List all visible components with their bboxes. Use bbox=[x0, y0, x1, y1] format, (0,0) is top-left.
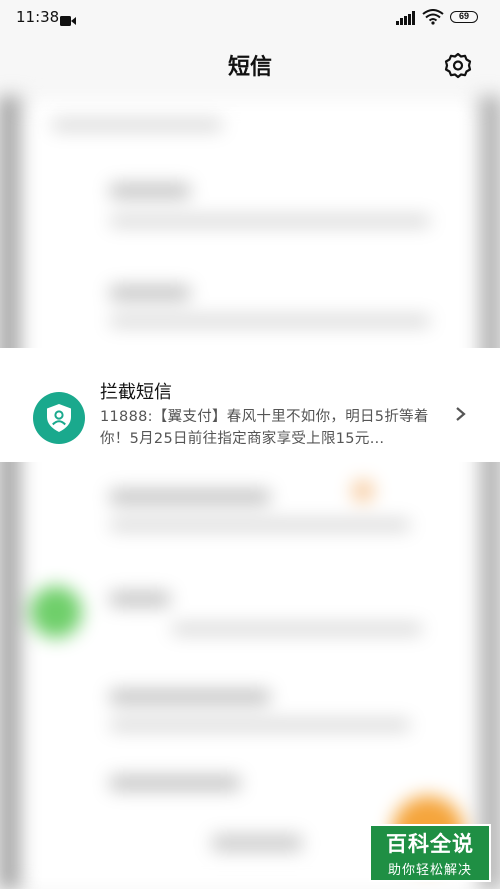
title-bar: 短信 bbox=[0, 34, 500, 96]
wifi-icon bbox=[422, 9, 444, 29]
blur-line bbox=[52, 120, 222, 130]
shield-person-icon bbox=[33, 392, 85, 444]
chevron-right-icon bbox=[455, 406, 467, 426]
blur-orange-dot bbox=[352, 480, 374, 502]
blur-right-edge bbox=[476, 96, 500, 889]
watermark-logo: 百科全说 助你轻松解决 bbox=[369, 824, 491, 882]
blur-line bbox=[110, 490, 270, 504]
status-bar: 11:38 69 bbox=[0, 0, 500, 34]
signal-icon bbox=[396, 10, 416, 29]
blur-line bbox=[110, 216, 430, 226]
watermark-title: 百科全说 bbox=[386, 832, 474, 856]
blocked-messages-title: 拦截短信 bbox=[100, 382, 172, 403]
status-time: 11:38 bbox=[16, 8, 60, 26]
blocked-message-preview: 11888:【翼支付】春风十里不如你，明日5折等着你！5月25日前往指定商家享受… bbox=[100, 409, 429, 447]
blur-line bbox=[110, 520, 410, 530]
settings-button[interactable] bbox=[443, 51, 473, 81]
blur-line bbox=[212, 835, 302, 851]
blur-line bbox=[110, 720, 410, 730]
blur-green-avatar bbox=[30, 586, 82, 638]
blurred-list-card bbox=[22, 100, 478, 889]
blur-line bbox=[110, 184, 190, 198]
gear-icon bbox=[444, 52, 472, 79]
blur-line bbox=[172, 624, 422, 634]
video-icon bbox=[60, 12, 76, 31]
page-title: 短信 bbox=[227, 55, 272, 80]
blur-line bbox=[110, 286, 190, 300]
watermark-subtitle: 助你轻松解决 bbox=[387, 863, 472, 878]
blur-line bbox=[110, 592, 170, 606]
blur-line bbox=[110, 316, 430, 326]
blocked-messages-entry[interactable]: 拦截短信 11888:【翼支付】春风十里不如你，明日5折等着你！5月25日前往指… bbox=[0, 348, 500, 462]
blur-left-edge bbox=[0, 96, 24, 889]
blur-line bbox=[110, 776, 240, 790]
battery-icon: 69 bbox=[450, 11, 478, 23]
blurred-conversation-list bbox=[0, 96, 500, 889]
blur-line bbox=[110, 690, 270, 704]
